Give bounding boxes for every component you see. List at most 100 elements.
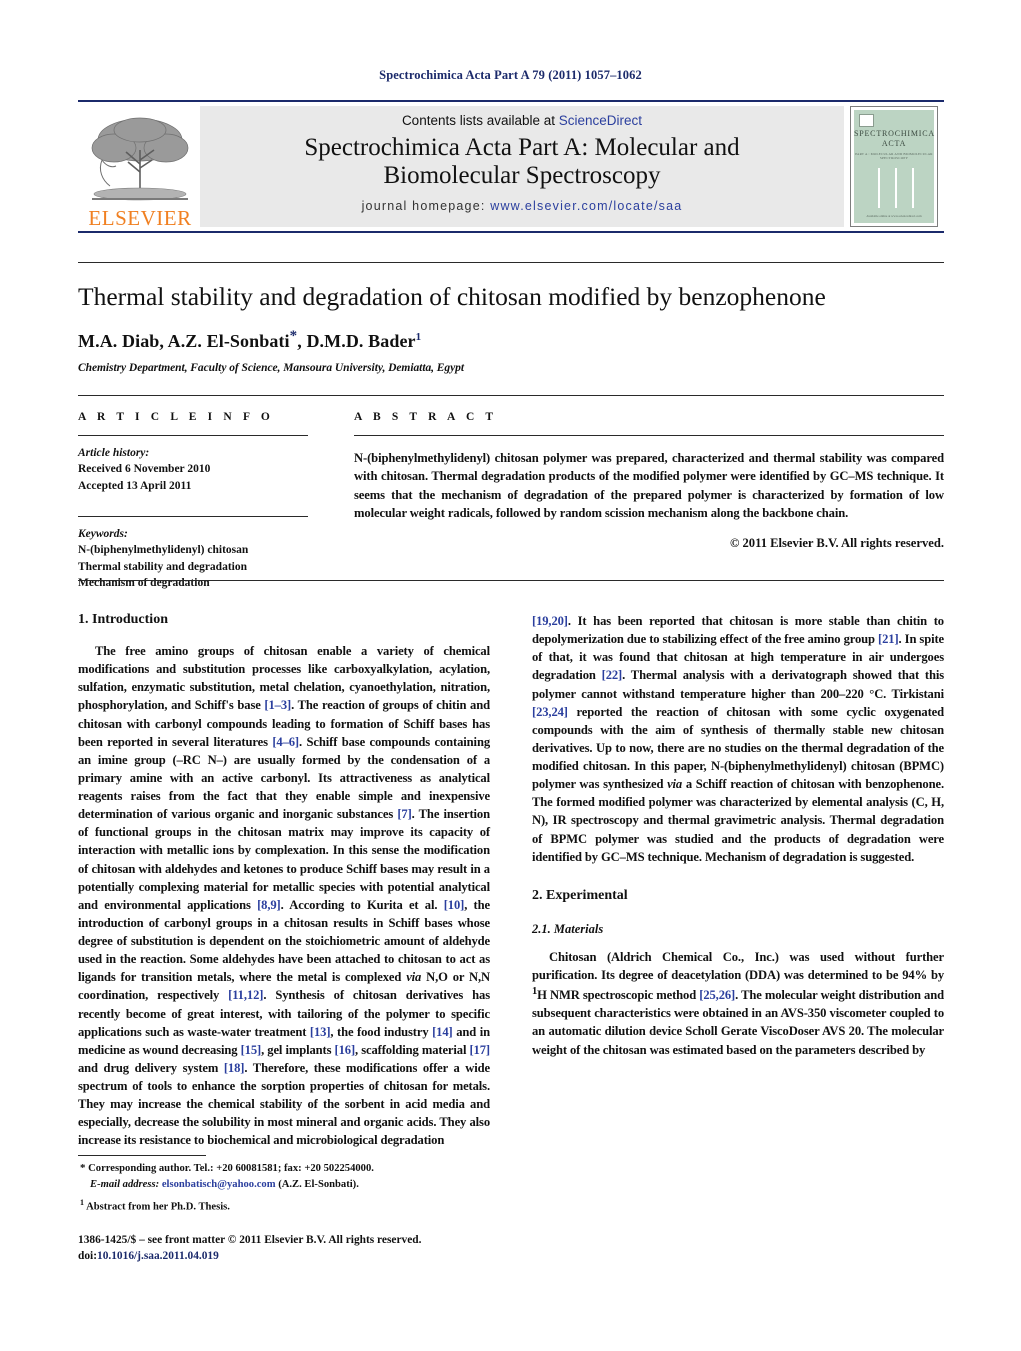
materials-paragraph: Chitosan (Aldrich Chemical Co., Inc.) wa… [532,948,944,1059]
journal-masthead: ELSEVIER Contents lists available at Sci… [78,100,944,233]
journal-homepage-line: journal homepage: www.elsevier.com/locat… [362,199,683,213]
body-column-left: 1. Introduction The free amino groups of… [78,612,490,1150]
keywords-divider [78,515,308,517]
homepage-url-link[interactable]: www.elsevier.com/locate/saa [490,199,682,213]
sciencedirect-link[interactable]: ScienceDirect [559,113,642,128]
abstract-column: A B S T R A C T N-(biphenylmethylidenyl)… [354,411,944,551]
citation-link[interactable]: [13] [310,1025,331,1039]
cover-title: SPECTROCHIMICA ACTA [854,129,934,149]
subsection-heading-materials: 2.1. Materials [532,921,604,936]
keyword-item: Mechanism of degradation [78,576,210,589]
abstract-underline [354,435,944,436]
article-history-group: Article history: Received 6 November 201… [78,445,308,494]
info-abstract-rule-top [78,395,944,396]
citation-link[interactable]: [18] [224,1061,245,1075]
elsevier-tree-icon [91,117,189,201]
intro-text-e: . According to Kurita et al. [280,897,444,912]
citation-link[interactable]: [16] [335,1043,356,1057]
citation-link[interactable]: [19,20] [532,614,568,628]
abstract-text: N-(biphenylmethylidenyl) chitosan polyme… [354,451,944,520]
citation-link[interactable]: [21] [878,632,899,646]
intro-text-l: , scaffolding material [355,1042,470,1057]
italic-via: via [406,970,422,985]
running-head: Spectrochimica Acta Part A 79 (2011) 105… [379,68,642,82]
body-column-right: [19,20]. It has been reported that chito… [532,612,944,1059]
section-heading-introduction: 1. Introduction [78,612,168,627]
citation-link[interactable]: [14] [432,1025,453,1039]
journal-article-page: Spectrochimica Acta Part A 79 (2011) 105… [0,0,1021,1351]
citation-link[interactable]: [8,9] [257,898,281,912]
masthead-center-panel: Contents lists available at ScienceDirec… [200,106,844,227]
footnote-separator [78,1155,206,1156]
cover-badge-icon [859,114,874,127]
keyword-item: N-(biphenylmethylidenyl) chitosan [78,544,249,557]
keyword-item: Thermal stability and degradation [78,560,248,573]
email-attribution: (A.Z. El-Sonbati). [275,1178,359,1190]
intro-text-i: , the food industry [330,1024,433,1039]
cover-title-line-1: SPECTROCHIMICA [854,129,935,138]
article-info-column: A R T I C L E I N F O Article history: R… [78,411,308,591]
cover-decorative-bars [854,168,934,212]
article-info-heading: A R T I C L E I N F O [78,411,274,423]
citation-link[interactable]: [17] [469,1043,490,1057]
title-divider [78,262,944,263]
cover-footer-text: Available online at www.sciencedirect.co… [866,214,922,218]
footnote-corresponding-author: * Corresponding author. Tel.: +20 600815… [78,1161,490,1192]
imprint-block: 1386-1425/$ – see front matter © 2011 El… [78,1232,508,1264]
author-footnote-marker: 1 [415,330,422,343]
citation-link[interactable]: [23,24] [532,705,568,719]
cover-title-line-2: ACTA [881,139,907,148]
journal-title-line-1: Spectrochimica Acta Part A: Molecular an… [304,134,740,161]
abstract-heading: A B S T R A C T [354,411,498,423]
affiliation: Chemistry Department, Faculty of Science… [78,361,465,374]
accepted-date: Accepted 13 April 2011 [78,479,192,492]
intro-text-k: , gel implants [261,1042,335,1057]
citation-link[interactable]: [22] [602,668,623,682]
citation-link[interactable]: [11,12] [228,988,263,1002]
info-abstract-rule-bottom [78,580,944,581]
elsevier-logo: ELSEVIER [84,106,196,229]
author-list: M.A. Diab, A.Z. El-Sonbati*, D.M.D. Bade… [78,328,944,352]
doi-link[interactable]: 10.1016/j.saa.2011.04.019 [97,1250,219,1262]
introduction-paragraph-continued: [19,20]. It has been reported that chito… [532,612,944,866]
article-history-label: Article history: [78,447,150,459]
materials-text-b: H NMR spectroscopic method [537,988,700,1003]
intro-text-d: . The insertion of functional groups in … [78,807,490,912]
masthead-rule-top [78,100,944,102]
email-link[interactable]: elsonbatisch@yahoo.com [162,1179,276,1190]
intro-text-m: and drug delivery system [78,1060,224,1075]
introduction-paragraph: The free amino groups of chitosan enable… [78,642,490,1150]
keywords-group: Keywords: N-(biphenylmethylidenyl) chito… [78,526,308,591]
abstract-copyright: © 2011 Elsevier B.V. All rights reserved… [729,536,944,550]
journal-title-line-2: Biomolecular Spectroscopy [383,162,661,189]
page-title: Thermal stability and degradation of chi… [78,282,826,311]
citation-link[interactable]: [7] [397,807,411,821]
section-heading-experimental: 2. Experimental [532,887,628,903]
citation-link[interactable]: [1–3] [264,698,291,712]
cover-artwork: SPECTROCHIMICA ACTA PART A : MOLECULAR A… [854,110,934,223]
received-date: Received 6 November 2010 [78,463,211,476]
citation-link[interactable]: [4–6] [272,735,299,749]
email-address-label: E-mail address: [90,1178,160,1190]
citation-link[interactable]: [25,26] [699,988,735,1002]
contents-available-line: Contents lists available at ScienceDirec… [402,113,642,128]
elsevier-wordmark: ELSEVIER [88,206,192,230]
citation-link[interactable]: [15] [241,1043,262,1057]
journal-title: Spectrochimica Acta Part A: Molecular an… [304,134,739,190]
homepage-label: journal homepage: [361,199,486,213]
cover-subtitle: PART A : MOLECULAR AND BIOMOLECULAR SPEC… [855,152,933,160]
authors-head: M.A. Diab, A.Z. El-Sonbati [78,330,290,351]
contents-prefix: Contents lists available at [401,113,559,128]
materials-text-a: Chitosan (Aldrich Chemical Co., Inc.) wa… [532,949,944,982]
footnote-thesis: 1 Abstract from her Ph.D. Thesis. [78,1197,490,1215]
doi-label: doi: [78,1250,97,1263]
article-info-underline [78,435,308,436]
masthead-rule-bottom [78,231,944,233]
title-block: Thermal stability and degradation of chi… [78,262,944,374]
citation-link[interactable]: [10] [444,898,465,912]
footnote-corresponding-text: Corresponding author. Tel.: +20 60081581… [85,1163,374,1174]
footnotes-block: * Corresponding author. Tel.: +20 600815… [78,1155,490,1215]
footnote-thesis-text: Abstract from her Ph.D. Thesis. [84,1201,230,1213]
authors-tail: , D.M.D. Bader [297,330,416,351]
keywords-label: Keywords: [78,527,128,540]
